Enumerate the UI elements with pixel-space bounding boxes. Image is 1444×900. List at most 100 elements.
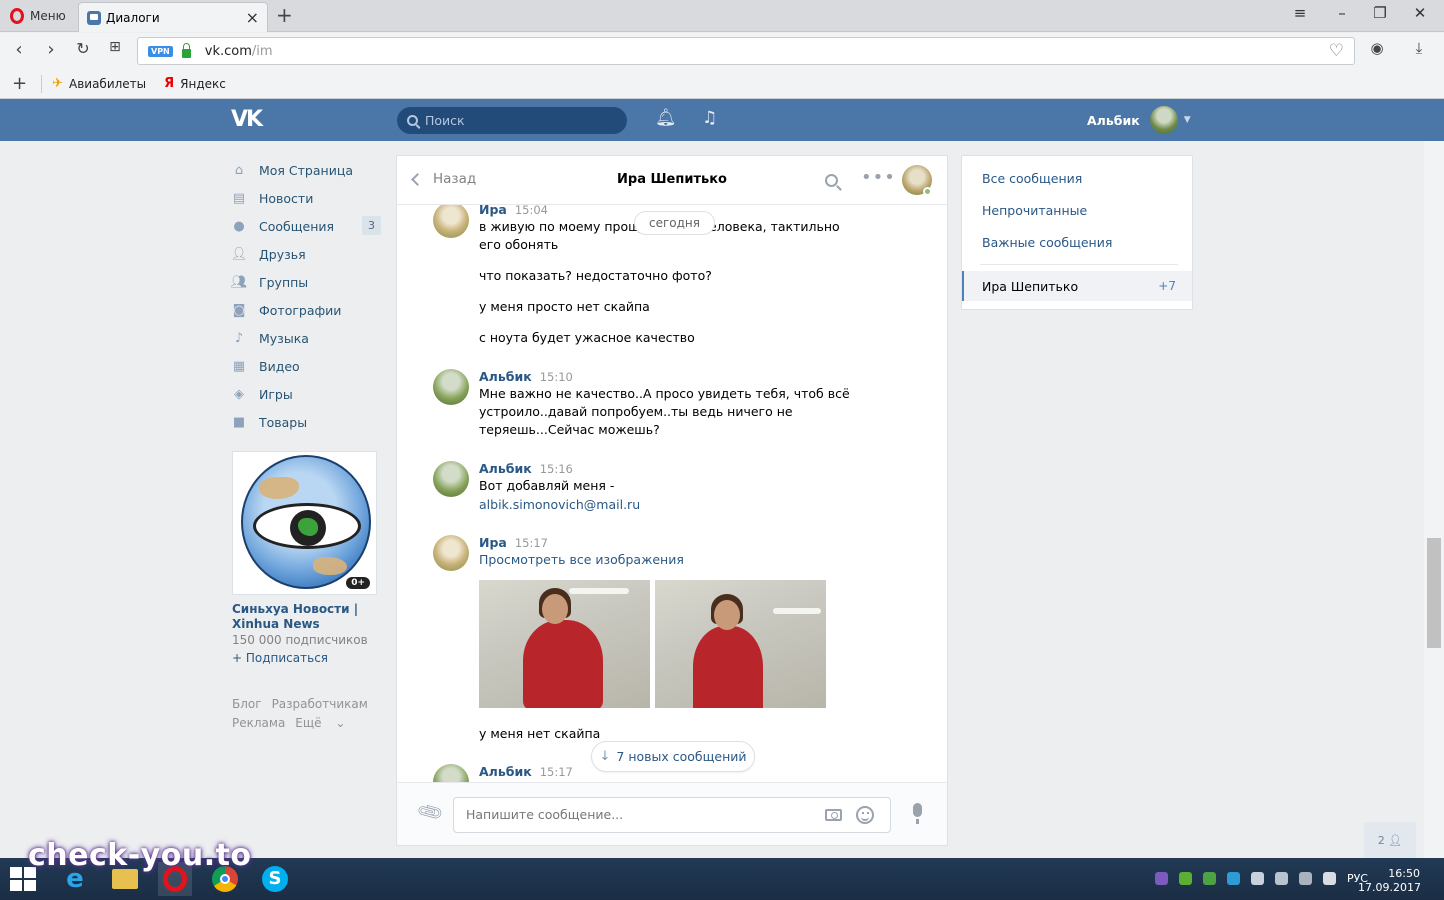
nav-item-video[interactable]: ▦ Видео: [231, 352, 381, 380]
attach-icon[interactable]: 📎︎: [415, 798, 445, 828]
age-rating-badge: 0+: [346, 577, 370, 589]
avatar[interactable]: [433, 764, 469, 782]
bookmark-heart-icon[interactable]: ♡: [1329, 41, 1344, 61]
avatar[interactable]: [433, 205, 469, 238]
search-box[interactable]: [397, 107, 627, 134]
message-input-box[interactable]: [453, 797, 891, 833]
nav-label: Игры: [259, 386, 293, 402]
add-bookmark-icon[interactable]: +: [12, 73, 27, 94]
nav-item-music[interactable]: ♪ Музыка: [231, 324, 381, 352]
message-input[interactable]: [466, 807, 806, 822]
view-all-images-link[interactable]: Просмотреть все изображения: [479, 551, 859, 569]
airplane-icon: ✈: [52, 76, 63, 91]
new-messages-label: 7 новых сообщений: [616, 749, 747, 764]
message-author[interactable]: Альбик: [479, 764, 532, 779]
download-icon[interactable]: ⤓: [1408, 39, 1430, 57]
nav-label: Сообщения: [259, 218, 335, 234]
network-icon[interactable]: [1298, 872, 1312, 885]
footer-link-blog[interactable]: Блог: [232, 697, 262, 711]
vk-logo[interactable]: VK: [231, 107, 263, 132]
close-window-icon[interactable]: ✕: [1410, 4, 1430, 22]
nav-item-messages[interactable]: ● Сообщения 3: [231, 212, 381, 240]
email-link[interactable]: albik.simonovich@mail.ru: [479, 496, 859, 514]
continent-shape: [259, 477, 299, 499]
microphone-icon[interactable]: [913, 803, 922, 824]
speed-dial-icon[interactable]: ⊞: [104, 39, 126, 55]
lock-icon[interactable]: [181, 42, 191, 58]
message-list[interactable]: Ира15:04 в живую по моему проще понять ч…: [397, 205, 947, 782]
nav-item-groups[interactable]: 👥︎ Группы: [231, 268, 381, 296]
new-messages-button[interactable]: ↓ 7 новых сообщений: [591, 741, 755, 772]
nav-item-goods[interactable]: ■ Товары: [231, 408, 381, 436]
nav-item-photos[interactable]: ◙ Фотографии: [231, 296, 381, 324]
opera-menu-button[interactable]: Меню: [0, 0, 76, 32]
nav-item-friends[interactable]: 👤︎ Друзья: [231, 240, 381, 268]
user-menu[interactable]: Альбик ▼: [1087, 99, 1191, 141]
tray-app-icon[interactable]: [1202, 872, 1216, 885]
message-time: 15:10: [539, 370, 573, 384]
reload-icon[interactable]: ↻: [72, 39, 94, 58]
more-icon[interactable]: •••: [861, 167, 896, 188]
chevron-down-icon: ▼: [1183, 115, 1191, 125]
tray-app-icon[interactable]: [1178, 872, 1192, 885]
back-icon[interactable]: ‹: [8, 39, 30, 60]
viber-icon[interactable]: [1154, 872, 1168, 885]
message-author[interactable]: Ира: [479, 535, 507, 550]
avatar[interactable]: [433, 535, 469, 571]
vpn-toolbar-icon[interactable]: ◉: [1366, 39, 1388, 57]
active-dialog-item[interactable]: Ира Шепитько +7: [962, 271, 1192, 301]
promo-title[interactable]: Синьхуа Новости | Xinhua News: [232, 602, 382, 632]
tray-app-icon[interactable]: [1274, 872, 1288, 885]
filter-unread[interactable]: Непрочитанные: [982, 203, 1087, 218]
bookmark-label: Яндекс: [180, 76, 226, 91]
restore-icon[interactable]: ❐: [1370, 4, 1390, 22]
message-author[interactable]: Альбик: [479, 461, 532, 476]
volume-icon[interactable]: [1322, 872, 1336, 885]
page-scrollbar[interactable]: [1424, 141, 1444, 858]
tab-menu-icon[interactable]: ≡: [1290, 4, 1310, 22]
footer-link-more[interactable]: Ещё ⌄: [295, 716, 355, 730]
tray-app-icon[interactable]: [1250, 872, 1264, 885]
news-icon: ▤: [232, 190, 246, 206]
bookmark-aviabilety[interactable]: ✈ Авиабилеты: [52, 76, 146, 91]
bookmark-yandex[interactable]: Я Яндекс: [164, 76, 226, 91]
promo-image[interactable]: 0+: [232, 451, 377, 595]
avatar[interactable]: [433, 369, 469, 405]
close-tab-icon[interactable]: ×: [246, 8, 259, 27]
photo-grid: [479, 580, 859, 708]
nav-item-my-page[interactable]: ⌂ Моя Страница: [231, 156, 381, 184]
message-text: с ноута будет ужасное качество: [479, 330, 695, 345]
bell-icon[interactable]: 🔔︎: [655, 108, 677, 128]
nav-item-games[interactable]: ◈ Игры: [231, 380, 381, 408]
taskbar-clock[interactable]: 16:50 17.09.2017: [1358, 867, 1421, 895]
emoji-icon[interactable]: [856, 806, 874, 824]
nav-item-news[interactable]: ▤ Новости: [231, 184, 381, 212]
photo-thumbnail[interactable]: [479, 580, 650, 708]
camera-icon[interactable]: [825, 809, 842, 821]
subscribe-link[interactable]: + Подписаться: [232, 651, 328, 665]
search-icon[interactable]: [825, 174, 838, 187]
music-note-icon[interactable]: ♫: [702, 108, 717, 128]
message-author[interactable]: Ира: [479, 205, 507, 217]
tab-dialogs[interactable]: Диалоги ×: [78, 2, 268, 32]
minimize-icon[interactable]: –: [1332, 4, 1352, 22]
vpn-badge[interactable]: VPN: [148, 45, 173, 57]
filter-all-messages[interactable]: Все сообщения: [982, 171, 1082, 186]
avatar[interactable]: [433, 461, 469, 497]
forward-icon[interactable]: ›: [40, 39, 62, 60]
new-tab-icon[interactable]: +: [276, 3, 293, 27]
photo-thumbnail[interactable]: [655, 580, 826, 708]
skype-icon[interactable]: S: [258, 862, 292, 896]
message-author[interactable]: Альбик: [479, 369, 532, 384]
footer-link-ads[interactable]: Реклама: [232, 716, 285, 730]
minichat-button[interactable]: 2 👤︎: [1364, 822, 1416, 858]
search-input[interactable]: [425, 113, 605, 128]
filter-important[interactable]: Важные сообщения: [982, 235, 1112, 250]
nav-label: Друзья: [259, 246, 306, 262]
dialog-filters: Все сообщения Непрочитанные Важные сообщ…: [961, 155, 1193, 310]
scrollbar-thumb[interactable]: [1427, 538, 1441, 648]
groups-icon: 👥︎: [230, 274, 248, 290]
url-input[interactable]: VPN vk.com/im ♡: [137, 37, 1355, 65]
footer-link-developers[interactable]: Разработчикам: [272, 697, 368, 711]
tray-app-icon[interactable]: [1226, 872, 1240, 885]
